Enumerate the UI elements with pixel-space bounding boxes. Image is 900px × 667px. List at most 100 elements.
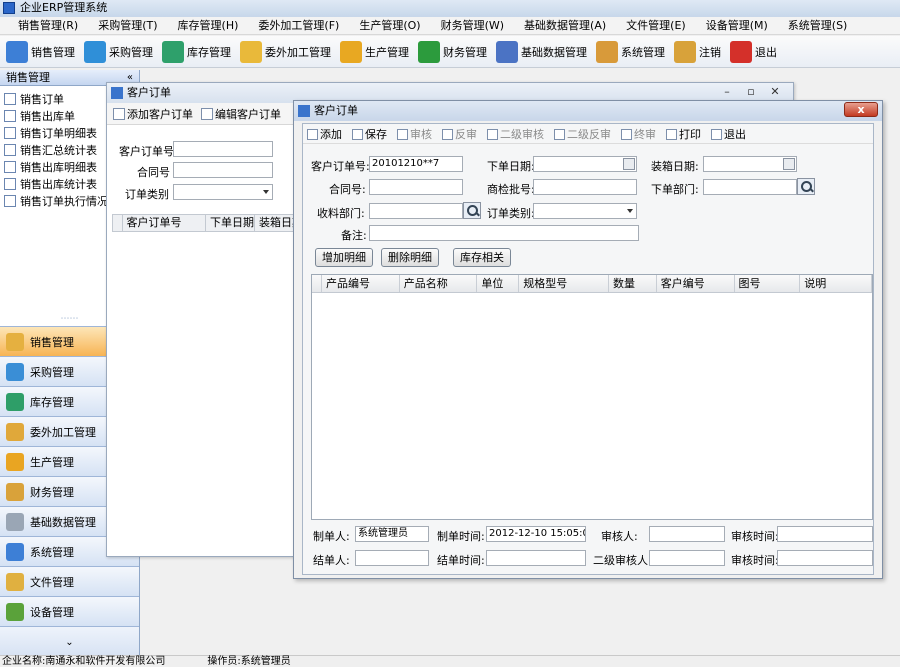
search-icon[interactable] (797, 178, 815, 195)
close-button[interactable]: x (844, 102, 878, 117)
column-header-2[interactable]: 单位 (477, 275, 520, 292)
delete-detail-button[interactable]: 删除明细 (381, 248, 439, 267)
menu-bar: 销售管理(R) 采购管理(T) 库存管理(H) 委外加工管理(F) 生产管理(O) 财务管… (0, 17, 900, 35)
tool-button-3: 反审 (442, 126, 477, 142)
toolbar-button-9[interactable]: 退出 (730, 40, 777, 63)
auditor2-input[interactable] (649, 550, 725, 566)
toolbar-button-6[interactable]: 基础数据管理 (496, 40, 587, 63)
order-date-picker[interactable] (533, 156, 637, 172)
audit-time-input[interactable] (777, 526, 873, 542)
order-detail-titlebar[interactable]: 客户订单 x (294, 101, 882, 121)
menu-item-8[interactable]: 设备管理(M) (696, 17, 778, 34)
column-header-3[interactable]: 规格型号 (519, 275, 609, 292)
menu-item-4[interactable]: 生产管理(O) (349, 17, 430, 34)
nav-button-8[interactable]: 文件管理 (0, 566, 139, 596)
close-button[interactable]: ✕ (763, 84, 787, 100)
nav-button-9[interactable]: 设备管理 (0, 596, 139, 626)
created-time-input[interactable]: 2012-12-10 15:05:00 (486, 526, 586, 542)
tool-button-1[interactable]: 保存 (352, 126, 387, 142)
report-icon (4, 126, 16, 139)
toolbar-button-0[interactable]: 销售管理 (6, 40, 75, 63)
company-status: 企业名称:南通永和软件开发有限公司 (2, 656, 166, 667)
module-icon (6, 572, 24, 591)
tool-label: 二级审核 (500, 127, 544, 141)
toolbar-label: 退出 (755, 45, 777, 59)
remark-label: 备注: (341, 229, 367, 242)
inventory-button[interactable]: 库存相关 (453, 248, 511, 267)
column-header-6[interactable]: 图号 (735, 275, 801, 292)
tool-icon (666, 128, 677, 140)
toolbar-button-4[interactable]: 生产管理 (340, 40, 409, 63)
document-icon (113, 107, 125, 120)
ship-date-picker[interactable] (703, 156, 797, 172)
closed-time-input[interactable] (486, 550, 586, 566)
tool-button-0[interactable]: 添加 (307, 126, 342, 142)
menu-item-0[interactable]: 销售管理(R) (8, 17, 88, 34)
column-header-1[interactable]: 产品名称 (400, 275, 478, 292)
tool-label: 反审 (455, 127, 477, 141)
order-no-input[interactable] (173, 141, 273, 157)
dollar-icon (418, 40, 440, 63)
column-header-7[interactable]: 说明 (800, 275, 872, 292)
menu-item-3[interactable]: 委外加工管理(F) (248, 17, 349, 34)
tool-label: 终审 (634, 127, 656, 141)
calendar-icon[interactable] (783, 158, 795, 170)
customer-no-label: 商检批号: (487, 183, 535, 196)
toolbar-label: 销售管理 (31, 45, 75, 59)
customer-no-input[interactable] (533, 179, 637, 195)
audit2-time-input[interactable] (777, 550, 873, 566)
add-detail-button[interactable]: 增加明细 (315, 248, 373, 267)
column-header-1[interactable]: 下单日期 (206, 215, 255, 231)
minimize-button[interactable]: – (715, 84, 739, 100)
add-order-button[interactable]: 添加客户订单 (113, 106, 193, 122)
maximize-button[interactable]: ▫ (739, 84, 763, 100)
tool-label: 打印 (679, 127, 701, 141)
toolbar-label: 采购管理 (109, 45, 153, 59)
toolbar-button-1[interactable]: 采购管理 (84, 40, 153, 63)
remark-input[interactable] (369, 225, 639, 241)
tool-button-8[interactable]: 退出 (711, 126, 746, 142)
toolbar-button-2[interactable]: 库存管理 (162, 40, 231, 63)
edit-order-button[interactable]: 编辑客户订单 (201, 106, 281, 122)
search-icon[interactable] (463, 202, 481, 219)
menu-item-5[interactable]: 财务管理(W) (431, 17, 514, 34)
nav-label: 委外加工管理 (30, 425, 96, 439)
creator-input[interactable]: 系统管理员 (355, 526, 429, 542)
closer-input[interactable] (355, 550, 429, 566)
toolbar-button-5[interactable]: 财务管理 (418, 40, 487, 63)
tool-button-6: 终审 (621, 126, 656, 142)
menu-item-6[interactable]: 基础数据管理(A) (514, 17, 616, 34)
pencil-icon (6, 40, 28, 63)
toolbar-button-7[interactable]: 系统管理 (596, 40, 665, 63)
tool-button-7[interactable]: 打印 (666, 126, 701, 142)
calendar-icon[interactable] (623, 158, 635, 170)
toolbar-button-3[interactable]: 委外加工管理 (240, 40, 331, 63)
contract-input[interactable] (369, 179, 463, 195)
app-title: 企业ERP管理系统 (20, 1, 108, 14)
menu-item-9[interactable]: 系统管理(S) (778, 17, 858, 34)
nav-label: 基础数据管理 (30, 515, 96, 529)
report-icon (4, 194, 16, 207)
menu-item-2[interactable]: 库存管理(H) (168, 17, 249, 34)
order-no-input[interactable]: 20101210**7 (369, 156, 463, 172)
menu-item-7[interactable]: 文件管理(E) (616, 17, 696, 34)
buyer-dept-input[interactable] (369, 203, 463, 219)
order-date-label: 下单日期: (487, 160, 535, 173)
contract-input[interactable] (173, 162, 273, 178)
module-icon (6, 602, 24, 621)
column-header-4[interactable]: 数量 (609, 275, 657, 292)
order-type-select[interactable] (173, 184, 273, 200)
order-type-select[interactable] (533, 203, 637, 219)
sidebar-item-label: 销售订单明细表 (20, 126, 97, 140)
column-header-5[interactable]: 客户编号 (657, 275, 735, 292)
tools-icon (596, 40, 618, 63)
column-header-0[interactable]: 客户订单号 (123, 215, 206, 231)
auditor-input[interactable] (649, 526, 725, 542)
tool-label: 审核 (410, 127, 432, 141)
dept-input[interactable] (703, 179, 797, 195)
column-header-0[interactable]: 产品编号 (322, 275, 400, 292)
sidebar-item-label: 销售订单执行情况 (20, 194, 108, 208)
menu-item-1[interactable]: 采购管理(T) (88, 17, 167, 34)
order-detail-grid[interactable]: 产品编号 产品名称 单位 规格型号 数量 客户编号 图号 说明 (311, 274, 873, 520)
toolbar-button-8[interactable]: 注销 (674, 40, 721, 63)
